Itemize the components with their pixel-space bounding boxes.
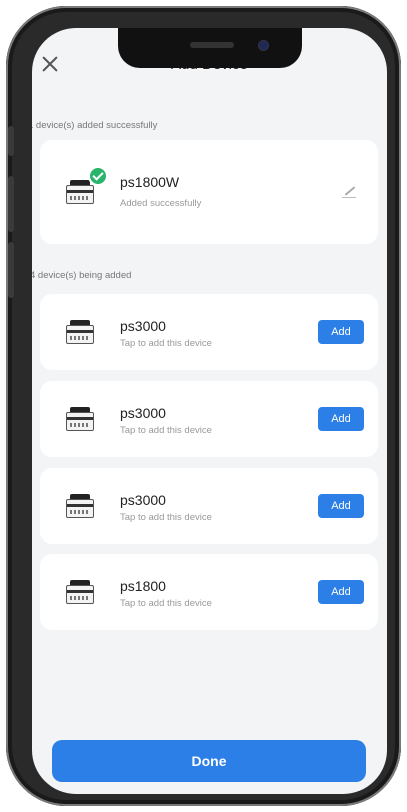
- add-device-button[interactable]: Add: [318, 320, 364, 344]
- pending-device-card[interactable]: ps3000 Tap to add this device Add: [40, 294, 378, 370]
- phone-frame: Add Device 1 device(s) added successfull…: [6, 6, 401, 806]
- mute-switch: [8, 126, 14, 156]
- power-station-icon: [66, 407, 94, 431]
- add-device-button[interactable]: Add: [318, 494, 364, 518]
- power-station-icon: [66, 580, 94, 604]
- pending-device-card[interactable]: ps3000 Tap to add this device Add: [40, 468, 378, 544]
- pending-device-card[interactable]: ps1800 Tap to add this device Add: [40, 554, 378, 630]
- front-camera: [258, 40, 269, 51]
- device-name: ps1800W: [120, 174, 180, 190]
- device-name: ps3000: [120, 405, 166, 421]
- check-badge-icon: [88, 166, 108, 186]
- power-station-icon: [66, 180, 94, 204]
- device-hint: Tap to add this device: [120, 598, 212, 609]
- edit-icon[interactable]: [342, 184, 356, 198]
- volume-up-button: [8, 176, 14, 232]
- notch: [118, 28, 302, 68]
- device-status: Added successfully: [120, 198, 202, 209]
- device-name: ps3000: [120, 318, 166, 334]
- add-device-button[interactable]: Add: [318, 407, 364, 431]
- power-station-icon: [66, 320, 94, 344]
- added-section-label: 1 device(s) added successfully: [32, 120, 158, 131]
- device-hint: Tap to add this device: [120, 512, 212, 523]
- device-name: ps1800: [120, 578, 166, 594]
- power-station-icon: [66, 494, 94, 518]
- app-screen: Add Device 1 device(s) added successfull…: [32, 28, 387, 794]
- add-device-button[interactable]: Add: [318, 580, 364, 604]
- device-hint: Tap to add this device: [120, 338, 212, 349]
- device-hint: Tap to add this device: [120, 425, 212, 436]
- volume-down-button: [8, 242, 14, 298]
- adding-section-label: 4 device(s) being added: [32, 270, 132, 281]
- done-button[interactable]: Done: [52, 740, 366, 782]
- added-device-card[interactable]: ps1800W Added successfully: [40, 140, 378, 244]
- speaker: [190, 42, 234, 48]
- pending-device-card[interactable]: ps3000 Tap to add this device Add: [40, 381, 378, 457]
- device-name: ps3000: [120, 492, 166, 508]
